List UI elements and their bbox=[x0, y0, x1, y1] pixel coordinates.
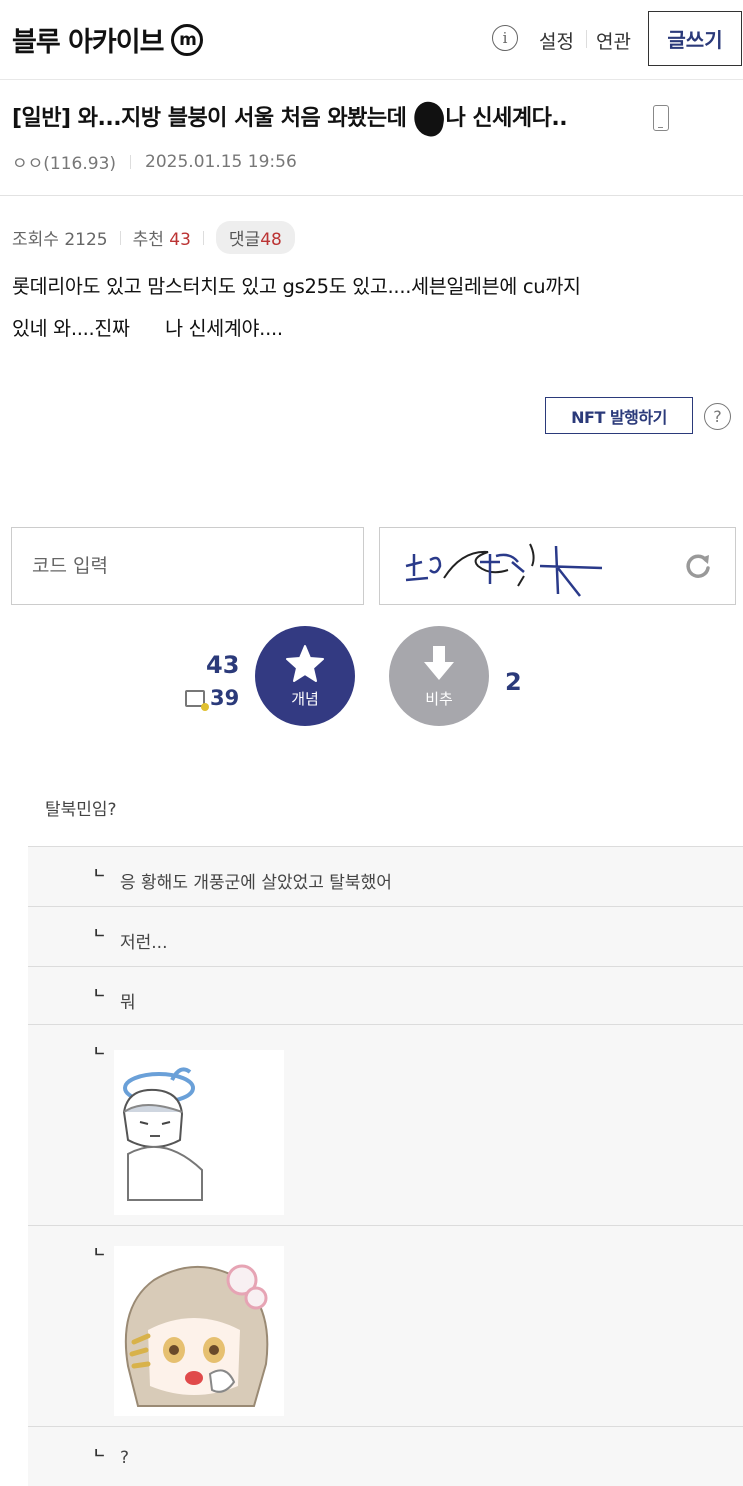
upvote-label: 개념 bbox=[291, 689, 319, 708]
redaction-mark bbox=[411, 99, 448, 139]
post-stats: 조회수 2125 추천 43 댓글48 bbox=[12, 221, 295, 254]
reply-marker-icon: ㄴ bbox=[93, 1044, 106, 1060]
captcha-scribble bbox=[405, 543, 603, 597]
nft-mint-button[interactable]: NFT 발행하기 bbox=[545, 397, 693, 434]
reply-item: ㄴ ? bbox=[28, 1426, 743, 1486]
captcha-image bbox=[379, 527, 736, 605]
upvote-sub-count: 39 bbox=[185, 686, 239, 711]
settings-link[interactable]: 설정 bbox=[539, 27, 574, 54]
reply-text: 응 황해도 개풍군에 살았었고 탈북했어 bbox=[120, 873, 392, 893]
sticker-image[interactable] bbox=[114, 1050, 284, 1215]
upvote-button[interactable]: 개념 bbox=[255, 626, 355, 726]
stats-divider bbox=[119, 230, 121, 245]
post-datetime: 2025.01.15 19:56 bbox=[145, 151, 297, 172]
reply-marker-icon: ㄴ bbox=[93, 986, 106, 1002]
write-button[interactable]: 글쓰기 bbox=[648, 11, 742, 66]
mobile-icon bbox=[653, 105, 669, 131]
reply-item: ㄴ 응 황해도 개풍군에 살았었고 탈북했어 bbox=[28, 846, 743, 906]
channel-name[interactable]: 블루 아카이브 bbox=[12, 20, 164, 59]
chibi-sticker-icon bbox=[122, 1067, 203, 1201]
channel-title[interactable]: 블루 아카이브 m bbox=[12, 20, 204, 59]
reply-item: ㄴ 뭐 bbox=[28, 966, 743, 1024]
meta-divider bbox=[130, 154, 132, 169]
reply-text: ? bbox=[120, 1448, 130, 1468]
sticker-image[interactable] bbox=[114, 1246, 284, 1416]
body-line: 있네 와....진짜 나 신세계야.... bbox=[12, 317, 283, 340]
view-count: 조회수 2125 bbox=[12, 230, 108, 250]
reply-marker-icon: ㄴ bbox=[93, 1245, 106, 1261]
stats-divider bbox=[202, 230, 204, 245]
reply-text: 뭐 bbox=[120, 993, 136, 1013]
reply-item: ㄴ 저런... bbox=[28, 906, 743, 966]
post-body: 롯데리아도 있고 맘스터치도 있고 gs25도 있고....세븐일레븐에 cu까… bbox=[12, 266, 737, 350]
downvote-label: 비추 bbox=[425, 689, 453, 708]
reply-item: ㄴ bbox=[28, 1024, 743, 1225]
section-divider bbox=[0, 195, 743, 196]
refresh-icon[interactable] bbox=[684, 552, 712, 580]
reply-marker-icon: ㄴ bbox=[93, 866, 106, 882]
reply-item: ㄴ bbox=[28, 1225, 743, 1426]
reply-text: 저런... bbox=[120, 933, 168, 953]
author-name[interactable]: ㅇㅇ(116.93) bbox=[12, 149, 116, 174]
header-divider bbox=[586, 30, 587, 48]
upvote-count: 43 bbox=[206, 651, 240, 679]
reply-marker-icon: ㄴ bbox=[93, 1446, 106, 1462]
captcha-code-input[interactable] bbox=[11, 527, 364, 605]
downvote-button[interactable]: 비추 bbox=[389, 626, 489, 726]
body-line: 롯데리아도 있고 맘스터치도 있고 gs25도 있고....세븐일레븐에 cu까… bbox=[12, 275, 581, 298]
arrow-down-icon bbox=[424, 645, 454, 680]
comment-count-badge[interactable]: 댓글48 bbox=[215, 221, 295, 254]
post-title: [일반] 와...지방 블붕이 서울 처음 와봤는데 나 신세계다.. bbox=[12, 99, 568, 139]
info-icon[interactable]: i bbox=[492, 25, 518, 51]
star-icon bbox=[286, 644, 324, 682]
reply-marker-icon: ㄴ bbox=[93, 926, 106, 942]
comment-text: 탈북민임? bbox=[45, 800, 117, 820]
chibi-sticker-icon bbox=[124, 1264, 269, 1407]
help-icon[interactable]: ? bbox=[704, 403, 731, 430]
subscriber-icon bbox=[185, 689, 209, 711]
brand-badge-icon: m bbox=[171, 23, 204, 56]
recommend-count: 추천 43 bbox=[132, 230, 191, 250]
post-meta: ㅇㅇ(116.93) 2025.01.15 19:56 bbox=[12, 149, 297, 175]
related-link[interactable]: 연관 bbox=[596, 27, 631, 54]
downvote-count: 2 bbox=[505, 668, 522, 696]
top-bar: 블루 아카이브 m i 설정 연관 글쓰기 bbox=[0, 0, 743, 80]
